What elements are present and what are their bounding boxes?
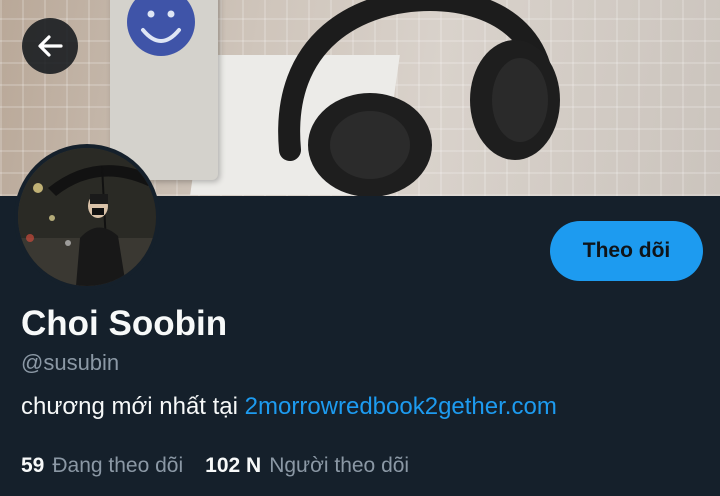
followers-label: Người theo dõi <box>269 454 410 477</box>
follow-button[interactable]: Theo dõi <box>550 221 703 281</box>
profile-bio: chương mới nhất tại 2morrowredbook2gethe… <box>21 393 557 421</box>
bio-text: chương mới nhất tại <box>21 393 245 420</box>
bio-link[interactable]: 2morrowredbook2gether.com <box>245 393 557 420</box>
smiley-sticker-icon <box>127 0 195 56</box>
arrow-left-icon <box>38 35 63 57</box>
profile-display-name: Choi Soobin <box>21 304 228 343</box>
followers-stat[interactable]: 102 N Người theo dõi <box>205 454 409 478</box>
following-stat[interactable]: 59 Đang theo dõi <box>21 454 183 478</box>
profile-stats: 59 Đang theo dõi 102 N Người theo dõi <box>21 454 409 478</box>
following-count: 59 <box>21 454 45 477</box>
following-label: Đang theo dõi <box>52 454 184 477</box>
avatar[interactable] <box>14 144 160 290</box>
followers-count: 102 N <box>205 454 262 477</box>
avatar-photo <box>18 148 156 286</box>
profile-handle: @susubin <box>21 350 120 375</box>
back-button[interactable] <box>22 18 78 74</box>
headphones-image <box>278 0 560 196</box>
